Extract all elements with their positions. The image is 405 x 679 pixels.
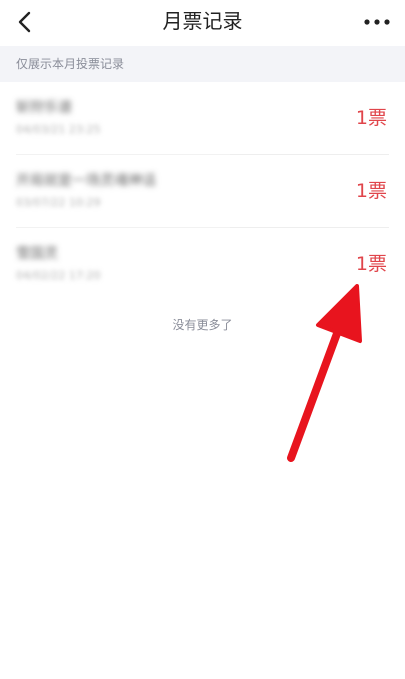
record-time: 04/03/21 23:25: [16, 123, 101, 136]
notice-bar: 仅展示本月投票记录: [0, 46, 405, 82]
top-navigation-bar: 月票记录: [0, 0, 405, 44]
list-item[interactable]: 斩狩乐谱 04/03/21 23:25 1票: [0, 82, 405, 155]
more-options-button[interactable]: [359, 7, 395, 37]
notice-text: 仅展示本月投票记录: [16, 57, 125, 71]
page-title: 月票记录: [162, 9, 243, 33]
record-votes: 1票: [355, 253, 387, 275]
monthly-ticket-records-screen: 月票记录 仅展示本月投票记录 斩狩乐谱 04/03/21 23:25 1票 开局…: [0, 0, 405, 679]
list-item[interactable]: 开局就是一场灵魂神话 03/07/22 10:29 1票: [0, 155, 405, 228]
record-time: 04/02/22 17:20: [16, 269, 101, 282]
record-votes: 1票: [355, 180, 387, 202]
chevron-left-icon: [18, 11, 31, 33]
record-title: 雪国灵: [16, 246, 58, 262]
back-button[interactable]: [10, 7, 40, 37]
record-votes: 1票: [355, 107, 387, 129]
record-time: 03/07/22 10:29: [16, 196, 101, 209]
more-dots-icon: [364, 19, 390, 25]
list-end-text: 没有更多了: [172, 318, 233, 332]
record-list: 斩狩乐谱 04/03/21 23:25 1票 开局就是一场灵魂神话 03/07/…: [0, 82, 405, 301]
record-title: 开局就是一场灵魂神话: [16, 173, 156, 189]
list-item[interactable]: 雪国灵 04/02/22 17:20 1票: [0, 228, 405, 301]
record-title: 斩狩乐谱: [16, 100, 72, 116]
